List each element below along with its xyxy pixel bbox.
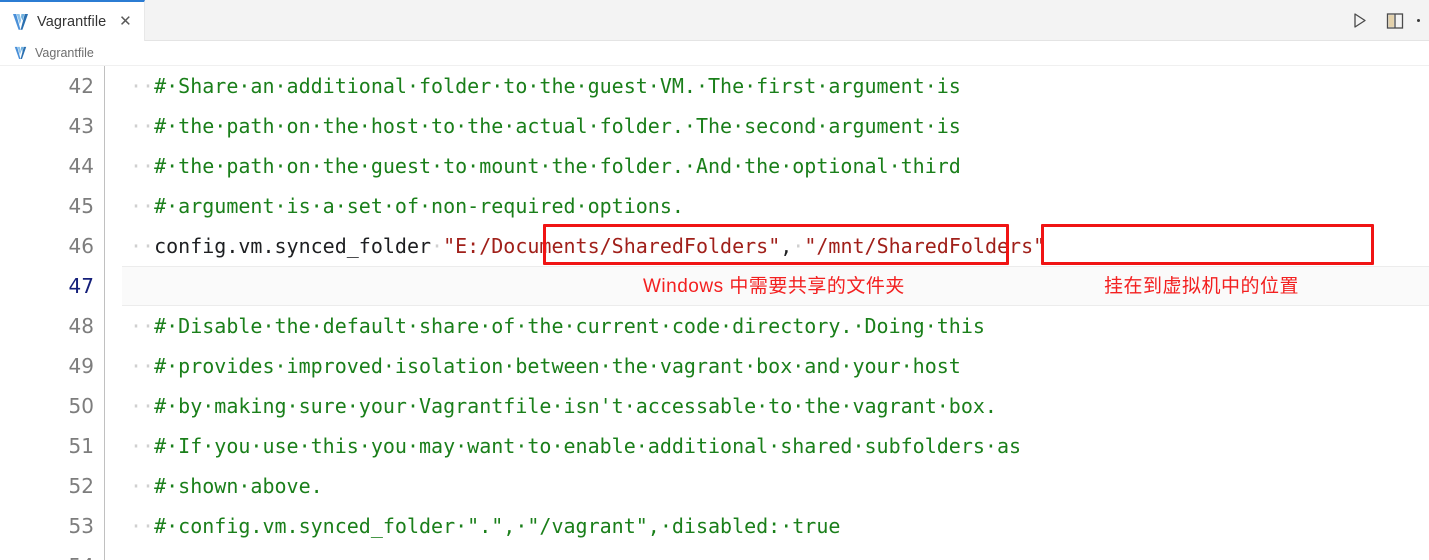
code-token-ws: ·· [130,314,155,338]
code-token-cmt: #·argument·is·a·set·of·non-required·opti… [154,194,684,218]
editor-window: Vagrantfile ✕ Vagrantfile 42 ·· #·Share·… [0,0,1429,560]
code-line-content: ·· #·Share·an·additional·folder·to·the·gu… [122,66,1429,106]
breadcrumb[interactable]: Vagrantfile [0,41,1429,66]
code-token-cmt: #·config.vm.synced_folder·".",·"/vagrant… [154,514,841,538]
guest-path-annotation-label: 挂在到虚拟机中的位置 [1104,276,1300,297]
line-number: 45 [68,194,94,218]
code-lines: 42 ·· #·Share·an·additional·folder·to·the·… [0,66,1429,560]
host-path-annotation-label: Windows 中需要共享的文件夹 [643,276,905,297]
code-line-54[interactable]: 54 [0,546,1429,560]
code-line-content: ·· #·config.vm.synced_folder·".",·"/vagra… [122,506,1429,546]
tab-label: Vagrantfile [37,13,107,30]
code-token-plain: , [780,234,793,258]
code-line-content [122,546,1429,560]
code-token-cmt: #·shown·above. [154,474,323,498]
split-editor-button[interactable] [1377,0,1413,41]
code-token-cmt: #·If·you·use·this·you·may·want·to·enable… [154,434,1022,458]
run-button[interactable] [1341,0,1377,41]
vagrant-logo-icon [12,13,29,31]
gutter-divider [104,266,122,306]
more-actions-button[interactable] [1413,0,1427,41]
ellipsis-icon [1417,19,1420,22]
code-token-ws: ·· [130,434,155,458]
code-token-cmt: #·the·path·on·the·guest·to·mount·the·fol… [154,154,961,178]
close-icon[interactable]: ✕ [116,14,134,29]
code-line-44[interactable]: 44 ·· #·the·path·on·the·guest·to·mount·the… [0,146,1429,186]
code-line-content: ·· #·shown·above. [122,466,1429,506]
code-line-49[interactable]: 49 ·· #·provides·improved·isolation·betwee… [0,346,1429,386]
code-token-cmt: #·Disable·the·default·share·of·the·curre… [154,314,985,338]
code-line-content: ·· #·provides·improved·isolation·between·… [122,346,1429,386]
play-triangle-icon [1351,12,1368,29]
code-token-cmt: #·Share·an·additional·folder·to·the·gues… [154,74,961,98]
code-line-53[interactable]: 53 ·· #·config.vm.synced_folder·".",·"/vag… [0,506,1429,546]
gutter-divider [104,546,122,560]
code-line-48[interactable]: 48 ·· #·Disable·the·default·share·of·the·c… [0,306,1429,346]
code-line-content: ·· #·the·path·on·the·host·to·the·actual·f… [122,106,1429,146]
line-number: 42 [68,74,94,98]
line-number: 54 [0,546,104,560]
line-number: 51 [68,434,94,458]
code-line-52[interactable]: 52 ·· #·shown·above. [0,466,1429,506]
line-number: 43 [68,114,94,138]
code-line-51[interactable]: 51 ·· #·If·you·use·this·you·may·want·to·en… [0,426,1429,466]
code-token-ws: · [792,234,805,258]
code-line-42[interactable]: 42 ·· #·Share·an·additional·folder·to·the·… [0,66,1429,106]
code-token-ws: ·· [130,234,155,258]
code-token-cmt: #·the·path·on·the·host·to·the·actual·fol… [154,114,961,138]
code-token-ws: · [431,234,444,258]
code-line-50[interactable]: 50 ·· #·by·making·sure·your·Vagrantfile·is… [0,386,1429,426]
line-number: 50 [68,394,94,418]
code-token-cmt: #·by·making·sure·your·Vagrantfile·isn't·… [154,394,997,418]
gutter-divider [104,226,122,266]
code-token-ws: ·· [130,474,155,498]
code-token-ws: ·· [130,114,155,138]
line-number: 44 [68,154,94,178]
code-token-ws: ·· [130,354,155,378]
line-number: 53 [68,514,94,538]
code-token-ws: ·· [130,514,155,538]
tab-vagrantfile[interactable]: Vagrantfile ✕ [0,0,146,41]
code-line-46[interactable]: 46 ·· config.vm.synced_folder · "E:/Document… [0,226,1429,266]
code-token-ws: ·· [130,194,155,218]
code-token-str: "E:/Documents/SharedFolders" [443,234,781,258]
code-line-content: ·· config.vm.synced_folder · "E:/Documents/… [122,226,1429,266]
gutter-divider [104,386,122,426]
gutter-divider [104,346,122,386]
tab-bar-actions [1341,0,1429,41]
gutter-divider [104,66,122,106]
code-line-43[interactable]: 43 ·· #·the·path·on·the·host·to·the·actual… [0,106,1429,146]
line-number: 52 [68,474,94,498]
editor-tab-bar: Vagrantfile ✕ [0,0,1429,41]
split-editor-icon [1386,12,1404,30]
code-token-plain: config.vm.synced_folder [154,234,432,258]
vagrant-logo-icon [14,46,27,60]
line-number: 46 [68,234,94,258]
code-line-content: ·· #·argument·is·a·set·of·non-required·op… [122,186,1429,226]
gutter-divider [104,426,122,466]
code-line-content: ·· #·If·you·use·this·you·may·want·to·enab… [122,426,1429,466]
gutter-divider [104,106,122,146]
breadcrumb-label: Vagrantfile [35,46,94,60]
code-line-content: ·· #·Disable·the·default·share·of·the·cur… [122,306,1429,346]
code-line-45[interactable]: 45 ·· #·argument·is·a·set·of·non-required·… [0,186,1429,226]
code-token-ws: ·· [130,394,155,418]
code-token-str: "/mnt/SharedFolders" [804,234,1046,258]
gutter-divider [104,186,122,226]
gutter-divider [104,146,122,186]
code-line-content: ·· #·by·making·sure·your·Vagrantfile·isn'… [122,386,1429,426]
code-token-ws: ·· [130,74,155,98]
line-number: 49 [68,354,94,378]
gutter-divider [104,506,122,546]
code-token-ws: ·· [130,154,155,178]
gutter-divider [104,306,122,346]
code-token-cmt: #·provides·improved·isolation·between·th… [154,354,961,378]
gutter-divider [104,466,122,506]
code-editor[interactable]: 42 ·· #·Share·an·additional·folder·to·the·… [0,66,1429,560]
code-line-content: ·· #·the·path·on·the·guest·to·mount·the·f… [122,146,1429,186]
line-number: 48 [68,314,94,338]
line-number: 47 [68,274,94,298]
